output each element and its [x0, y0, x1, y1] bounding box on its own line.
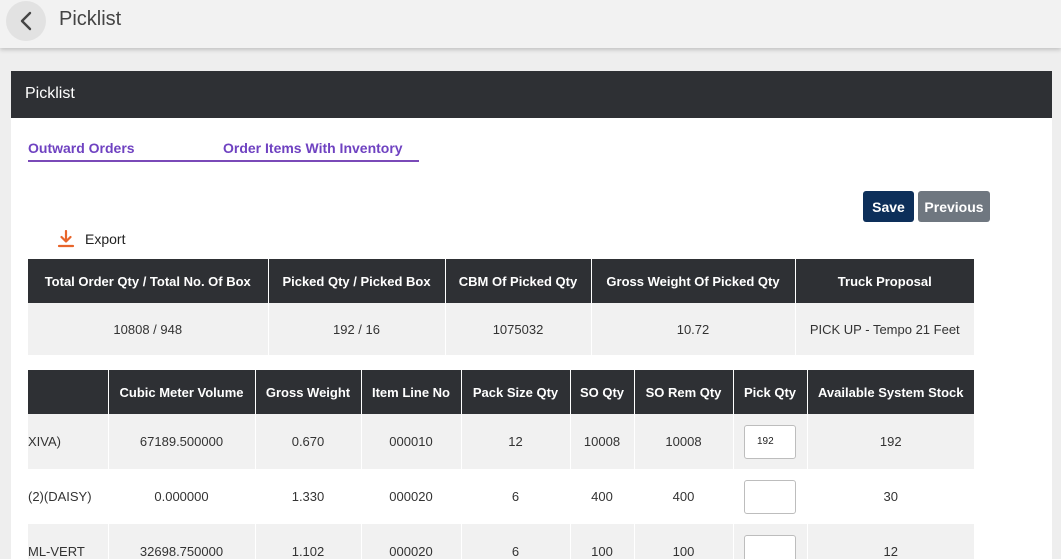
download-icon [57, 230, 75, 248]
tab-outward-orders[interactable]: Outward Orders [28, 140, 135, 156]
summary-table: Total Order Qty / Total No. Of Box Picke… [28, 259, 974, 355]
table-row: ML-VERT 32698.750000 1.102 000020 6 100 … [28, 524, 974, 559]
export-button[interactable]: Export [57, 230, 125, 248]
items-header-so-rem-qty[interactable]: SO Rem Qty [634, 370, 734, 414]
summary-total-order-qty: 10808 / 948 [28, 303, 269, 355]
item-cbm: 67189.500000 [108, 414, 256, 469]
summary-header-gross-weight[interactable]: Gross Weight Of Picked Qty [591, 259, 796, 303]
item-so-qty: 100 [570, 524, 635, 559]
card-title: Picklist [11, 71, 1052, 118]
table-row: (2)(DAISY) 0.000000 1.330 000020 6 400 4… [28, 469, 974, 524]
items-header-cubic-meter-volume[interactable]: Cubic Meter Volume [108, 370, 256, 414]
item-line-no: 000020 [361, 524, 462, 559]
pick-qty-input[interactable] [744, 479, 796, 514]
items-header-item[interactable] [28, 370, 109, 414]
back-button[interactable] [6, 1, 46, 41]
item-line-no: 000020 [361, 469, 462, 524]
pick-qty-input[interactable]: 192 [744, 424, 796, 459]
item-so-rem-qty: 100 [634, 524, 734, 559]
summary-header-picked-qty[interactable]: Picked Qty / Picked Box [268, 259, 446, 303]
item-pick-qty-cell [733, 524, 808, 559]
item-pick-qty-cell [733, 469, 808, 524]
item-so-rem-qty: 10008 [634, 414, 734, 469]
items-header-pick-qty[interactable]: Pick Qty [733, 370, 808, 414]
item-pack-size: 12 [461, 414, 571, 469]
item-name: (2)(DAISY) [28, 469, 109, 524]
item-available-stock: 30 [807, 469, 974, 524]
top-bar: Picklist [0, 0, 1061, 48]
order-items-table: Cubic Meter Volume Gross Weight Item Lin… [28, 370, 974, 559]
previous-button[interactable]: Previous [918, 191, 990, 222]
item-available-stock: 12 [807, 524, 974, 559]
item-line-no: 000010 [361, 414, 462, 469]
save-button[interactable]: Save [863, 191, 914, 222]
summary-row: 10808 / 948 192 / 16 1075032 10.72 PICK … [28, 303, 974, 355]
item-available-stock: 192 [807, 414, 974, 469]
item-name: ML-VERT [28, 524, 109, 559]
item-so-rem-qty: 400 [634, 469, 734, 524]
page-title: Picklist [59, 8, 122, 30]
item-pack-size: 6 [461, 469, 571, 524]
picklist-card: Picklist Outward Orders Order Items With… [11, 71, 1052, 559]
summary-picked-qty: 192 / 16 [268, 303, 446, 355]
item-gross-weight: 1.102 [255, 524, 362, 559]
items-header-pack-size-qty[interactable]: Pack Size Qty [461, 370, 571, 414]
pick-qty-input[interactable] [744, 534, 796, 559]
item-gross-weight: 1.330 [255, 469, 362, 524]
item-cbm: 0.000000 [108, 469, 256, 524]
tab-bar: Outward Orders Order Items With Inventor… [28, 140, 419, 162]
summary-truck-proposal: PICK UP - Tempo 21 Feet [795, 303, 974, 355]
summary-header-total-order-qty[interactable]: Total Order Qty / Total No. Of Box [28, 259, 269, 303]
items-header-gross-weight[interactable]: Gross Weight [255, 370, 362, 414]
item-gross-weight: 0.670 [255, 414, 362, 469]
summary-cbm: 1075032 [445, 303, 592, 355]
items-header-available-system-stock[interactable]: Available System Stock [807, 370, 974, 414]
export-label: Export [85, 231, 126, 247]
item-cbm: 32698.750000 [108, 524, 256, 559]
item-name: XIVA) [28, 414, 109, 469]
summary-header-truck-proposal[interactable]: Truck Proposal [795, 259, 974, 303]
tab-order-items-with-inventory[interactable]: Order Items With Inventory [223, 140, 403, 156]
items-header-so-qty[interactable]: SO Qty [570, 370, 635, 414]
item-pack-size: 6 [461, 524, 571, 559]
item-pick-qty-cell: 192 [733, 414, 808, 469]
summary-header-cbm[interactable]: CBM Of Picked Qty [445, 259, 592, 303]
summary-header-row: Total Order Qty / Total No. Of Box Picke… [28, 259, 974, 303]
item-so-qty: 400 [570, 469, 635, 524]
table-row: XIVA) 67189.500000 0.670 000010 12 10008… [28, 414, 974, 469]
item-so-qty: 10008 [570, 414, 635, 469]
items-header-row: Cubic Meter Volume Gross Weight Item Lin… [28, 370, 974, 414]
summary-gross-weight: 10.72 [591, 303, 796, 355]
chevron-left-icon [20, 11, 32, 31]
items-header-item-line-no[interactable]: Item Line No [361, 370, 462, 414]
